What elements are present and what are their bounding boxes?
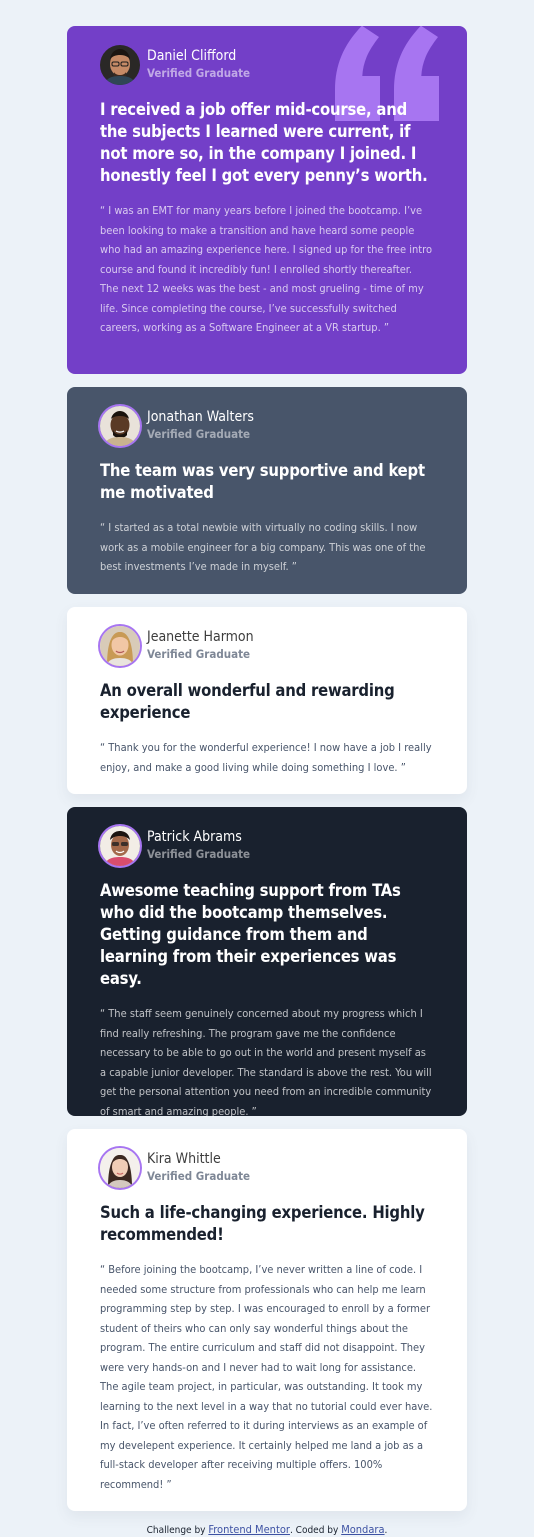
- testimonial-quote: “ I started as a total newbie with virtu…: [100, 521, 426, 573]
- author-meta: Jonathan Walters Verified Graduate: [147, 409, 254, 443]
- author-name: Kira Whittle: [147, 1151, 221, 1167]
- testimonial-quote: “ Thank you for the wonderful experience…: [100, 741, 432, 774]
- testimonial-card-kira: Kira Whittle Verified Graduate Such a li…: [67, 1129, 467, 1511]
- author-name: Jeanette Harmon: [147, 629, 254, 645]
- author-row: Jonathan Walters Verified Graduate: [100, 406, 433, 446]
- author-row: Patrick Abrams Verified Graduate: [100, 826, 433, 866]
- avatar: [100, 1148, 140, 1188]
- verified-label: Verified Graduate: [147, 1169, 251, 1183]
- testimonial-quote: “ Before joining the bootcamp, I’ve neve…: [100, 1263, 433, 1491]
- author-name: Jonathan Walters: [147, 409, 254, 425]
- author-name: Daniel Clifford: [147, 48, 237, 64]
- testimonial-headline: An overall wonderful and rewarding exper…: [100, 681, 395, 722]
- testimonial-headline: Such a life-changing experience. Highly …: [100, 1203, 425, 1244]
- author-meta: Daniel Clifford Verified Graduate: [147, 48, 250, 82]
- testimonial-card-jeanette: Jeanette Harmon Verified Graduate An ove…: [67, 607, 467, 794]
- avatar: [100, 45, 140, 85]
- verified-label: Verified Graduate: [147, 66, 251, 80]
- author-meta: Jeanette Harmon Verified Graduate: [147, 629, 254, 663]
- author-meta: Patrick Abrams Verified Graduate: [147, 829, 250, 863]
- verified-label: Verified Graduate: [147, 427, 251, 441]
- avatar: [100, 626, 140, 666]
- footer-suffix: .: [384, 1525, 388, 1536]
- frontend-mentor-link[interactable]: Frontend Mentor: [208, 1523, 290, 1536]
- challenge-prefix: Challenge by: [146, 1525, 206, 1536]
- author-meta: Kira Whittle Verified Graduate: [147, 1151, 250, 1185]
- author-name: Patrick Abrams: [147, 829, 242, 845]
- coded-prefix: . Coded by: [289, 1525, 339, 1536]
- testimonial-card-patrick: Patrick Abrams Verified Graduate Awesome…: [67, 807, 467, 1118]
- testimonial-quote: “ The staff seem genuinely concerned abo…: [100, 1007, 432, 1118]
- testimonial-quote: “ I was an EMT for many years before I j…: [100, 204, 433, 334]
- testimonial-card-jonathan: Jonathan Walters Verified Graduate The t…: [67, 387, 467, 594]
- testimonial-card-daniel: Daniel Clifford Verified Graduate I rece…: [67, 26, 467, 374]
- verified-label: Verified Graduate: [147, 647, 251, 661]
- author-row: Kira Whittle Verified Graduate: [100, 1148, 433, 1188]
- avatar: [100, 826, 140, 866]
- testimonial-headline: Awesome teaching support from TAs who di…: [100, 881, 401, 988]
- author-row: Jeanette Harmon Verified Graduate: [100, 626, 433, 666]
- attribution-footer: Challenge by Frontend Mentor. Coded by M…: [0, 1523, 534, 1536]
- testimonial-headline: The team was very supportive and kept me…: [100, 461, 425, 502]
- verified-label: Verified Graduate: [147, 847, 251, 861]
- avatar: [100, 406, 140, 446]
- author-link[interactable]: Mondara: [341, 1523, 384, 1536]
- testimonial-headline: I received a job offer mid-course, and t…: [100, 100, 428, 185]
